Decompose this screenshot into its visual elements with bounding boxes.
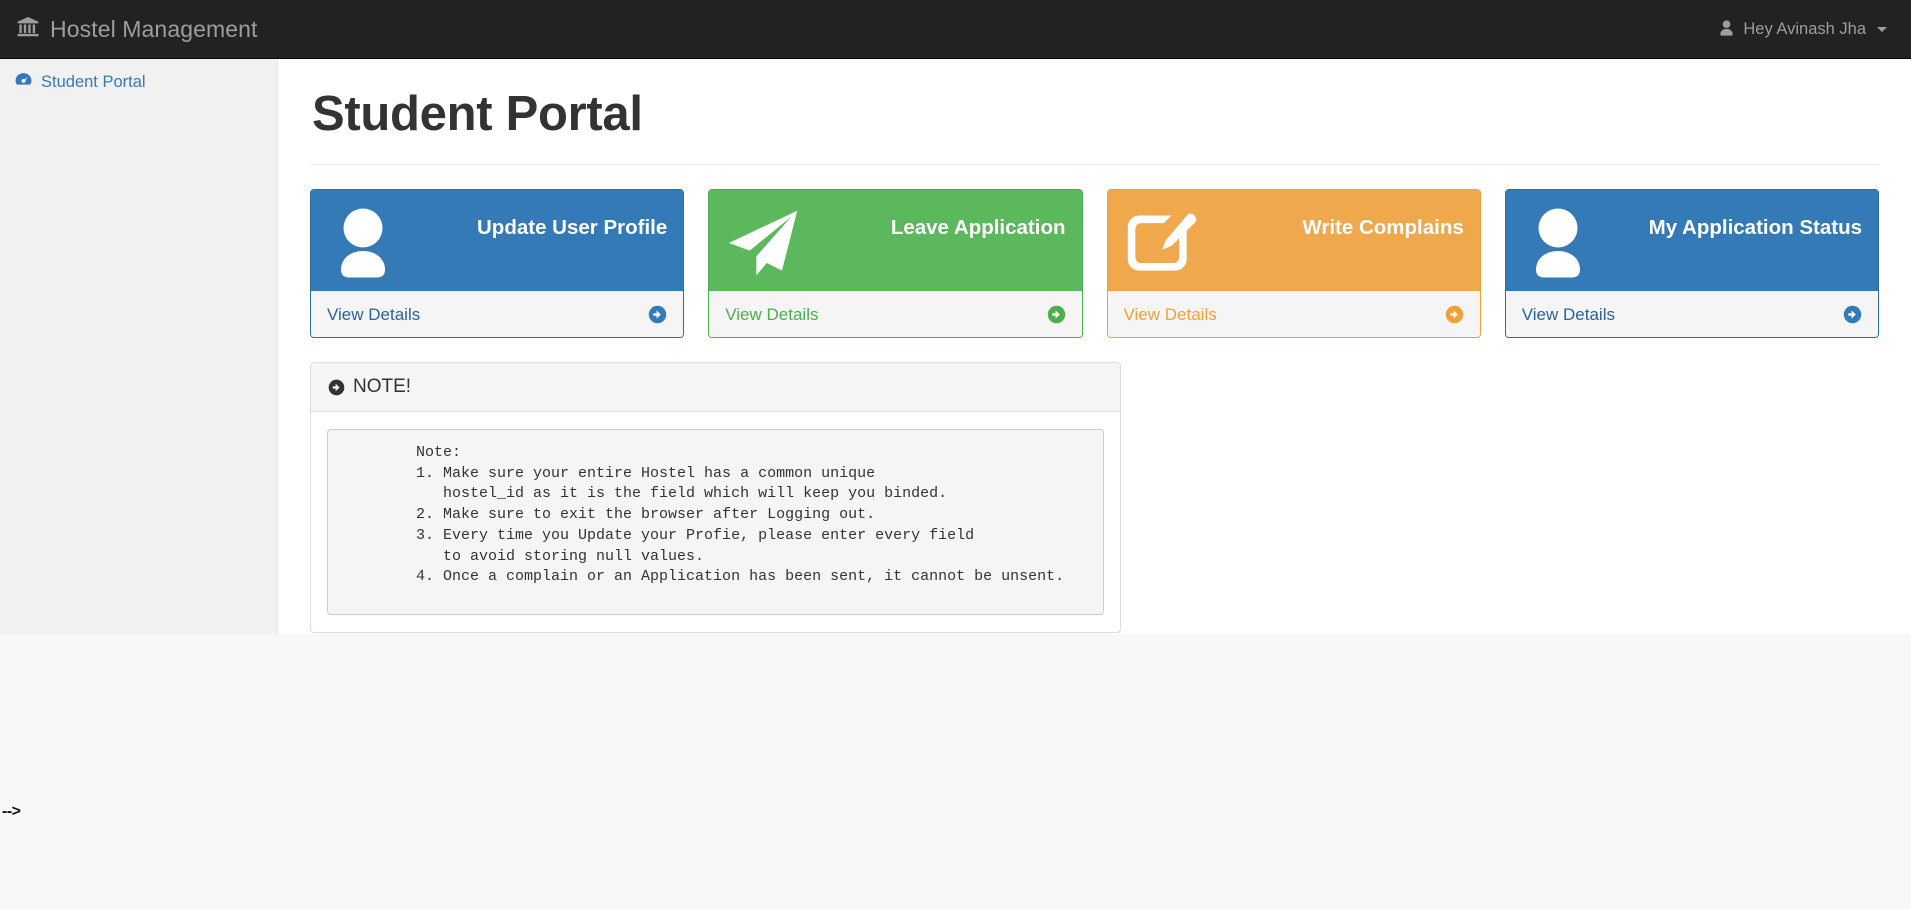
- top-navbar: Hostel Management Hey Avinash Jha: [0, 0, 1911, 59]
- note-panel-body: Note: 1. Make sure your entire Hostel ha…: [311, 412, 1120, 632]
- view-details-label: View Details: [327, 304, 421, 324]
- card-title: My Application Status: [1648, 216, 1862, 239]
- card-title: Update User Profile: [477, 216, 668, 239]
- sidebar-item-student-portal[interactable]: Student Portal: [0, 59, 277, 105]
- card-title: Leave Application: [890, 216, 1066, 239]
- user-icon: [1522, 206, 1598, 282]
- brand[interactable]: Hostel Management: [0, 17, 258, 41]
- arrow-circle-right-icon: [1047, 305, 1066, 324]
- note-panel-title: NOTE!: [353, 376, 412, 397]
- title-divider: [310, 164, 1879, 165]
- bank-icon: [17, 17, 39, 41]
- card-body: My Application Status: [1505, 190, 1878, 291]
- stray-comment-artifact: -->: [2, 803, 21, 820]
- card-footer-view-details[interactable]: View Details: [1505, 291, 1878, 337]
- card-write-complains[interactable]: Write Complains View Details: [1106, 189, 1481, 338]
- card-footer-view-details[interactable]: View Details: [709, 291, 1082, 337]
- arrow-circle-right-icon: [1843, 305, 1862, 324]
- card-my-application-status[interactable]: My Application Status View Details: [1504, 189, 1879, 338]
- dashboard-card-row: Update User Profile View Details Leave A…: [310, 189, 1879, 338]
- user-greeting-label: Hey Avinash Jha: [1743, 19, 1866, 38]
- card-update-user-profile[interactable]: Update User Profile View Details: [310, 189, 685, 338]
- card-body: Update User Profile: [311, 190, 684, 291]
- card-body: Write Complains: [1107, 190, 1480, 291]
- caret-down-icon: [1877, 26, 1887, 32]
- sidebar: Student Portal: [0, 59, 278, 634]
- user-icon: [327, 206, 403, 282]
- arrow-circle-right-icon: [1445, 305, 1464, 324]
- view-details-label: View Details: [725, 304, 819, 324]
- user-menu[interactable]: Hey Avinash Jha: [1719, 20, 1911, 39]
- user-icon: [1719, 19, 1734, 39]
- view-details-label: View Details: [1123, 304, 1217, 324]
- pencil-square-icon: [1124, 206, 1200, 282]
- page-title: Student Portal: [312, 87, 643, 141]
- card-footer-view-details[interactable]: View Details: [1107, 291, 1480, 337]
- note-panel: NOTE! Note: 1. Make sure your entire Hos…: [310, 362, 1121, 633]
- main-content: Student Portal Update User Profile View …: [278, 59, 1911, 634]
- sidebar-item-label: Student Portal: [41, 72, 146, 91]
- card-footer-view-details[interactable]: View Details: [311, 291, 684, 337]
- card-leave-application[interactable]: Leave Application View Details: [708, 189, 1083, 338]
- brand-title: Hostel Management: [50, 15, 258, 42]
- arrow-circle-right-icon: [328, 379, 345, 396]
- view-details-label: View Details: [1521, 304, 1615, 324]
- card-title: Write Complains: [1302, 216, 1464, 239]
- dashboard-icon: [15, 72, 32, 92]
- card-body: Leave Application: [709, 190, 1082, 291]
- paper-plane-icon: [725, 206, 801, 282]
- note-panel-header: NOTE!: [311, 363, 1120, 412]
- note-text: Note: 1. Make sure your entire Hostel ha…: [327, 429, 1104, 615]
- arrow-circle-right-icon: [648, 305, 667, 324]
